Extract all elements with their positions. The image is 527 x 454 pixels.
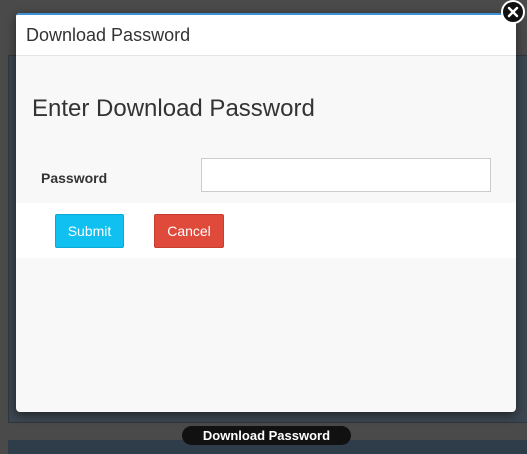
download-password-modal: Download Password Enter Download Passwor…: [16, 13, 516, 412]
cancel-button[interactable]: Cancel: [154, 214, 224, 248]
close-icon: [507, 6, 519, 18]
close-button[interactable]: [501, 0, 525, 24]
password-label: Password: [41, 170, 108, 186]
modal-footer: Submit Cancel: [16, 203, 516, 258]
modal-body-heading: Enter Download Password: [32, 95, 315, 122]
password-input[interactable]: [201, 158, 491, 192]
download-password-pill[interactable]: Download Password: [182, 426, 351, 445]
submit-button[interactable]: Submit: [55, 214, 124, 248]
modal-header: Download Password: [16, 13, 516, 56]
modal-title: Download Password: [26, 25, 191, 45]
